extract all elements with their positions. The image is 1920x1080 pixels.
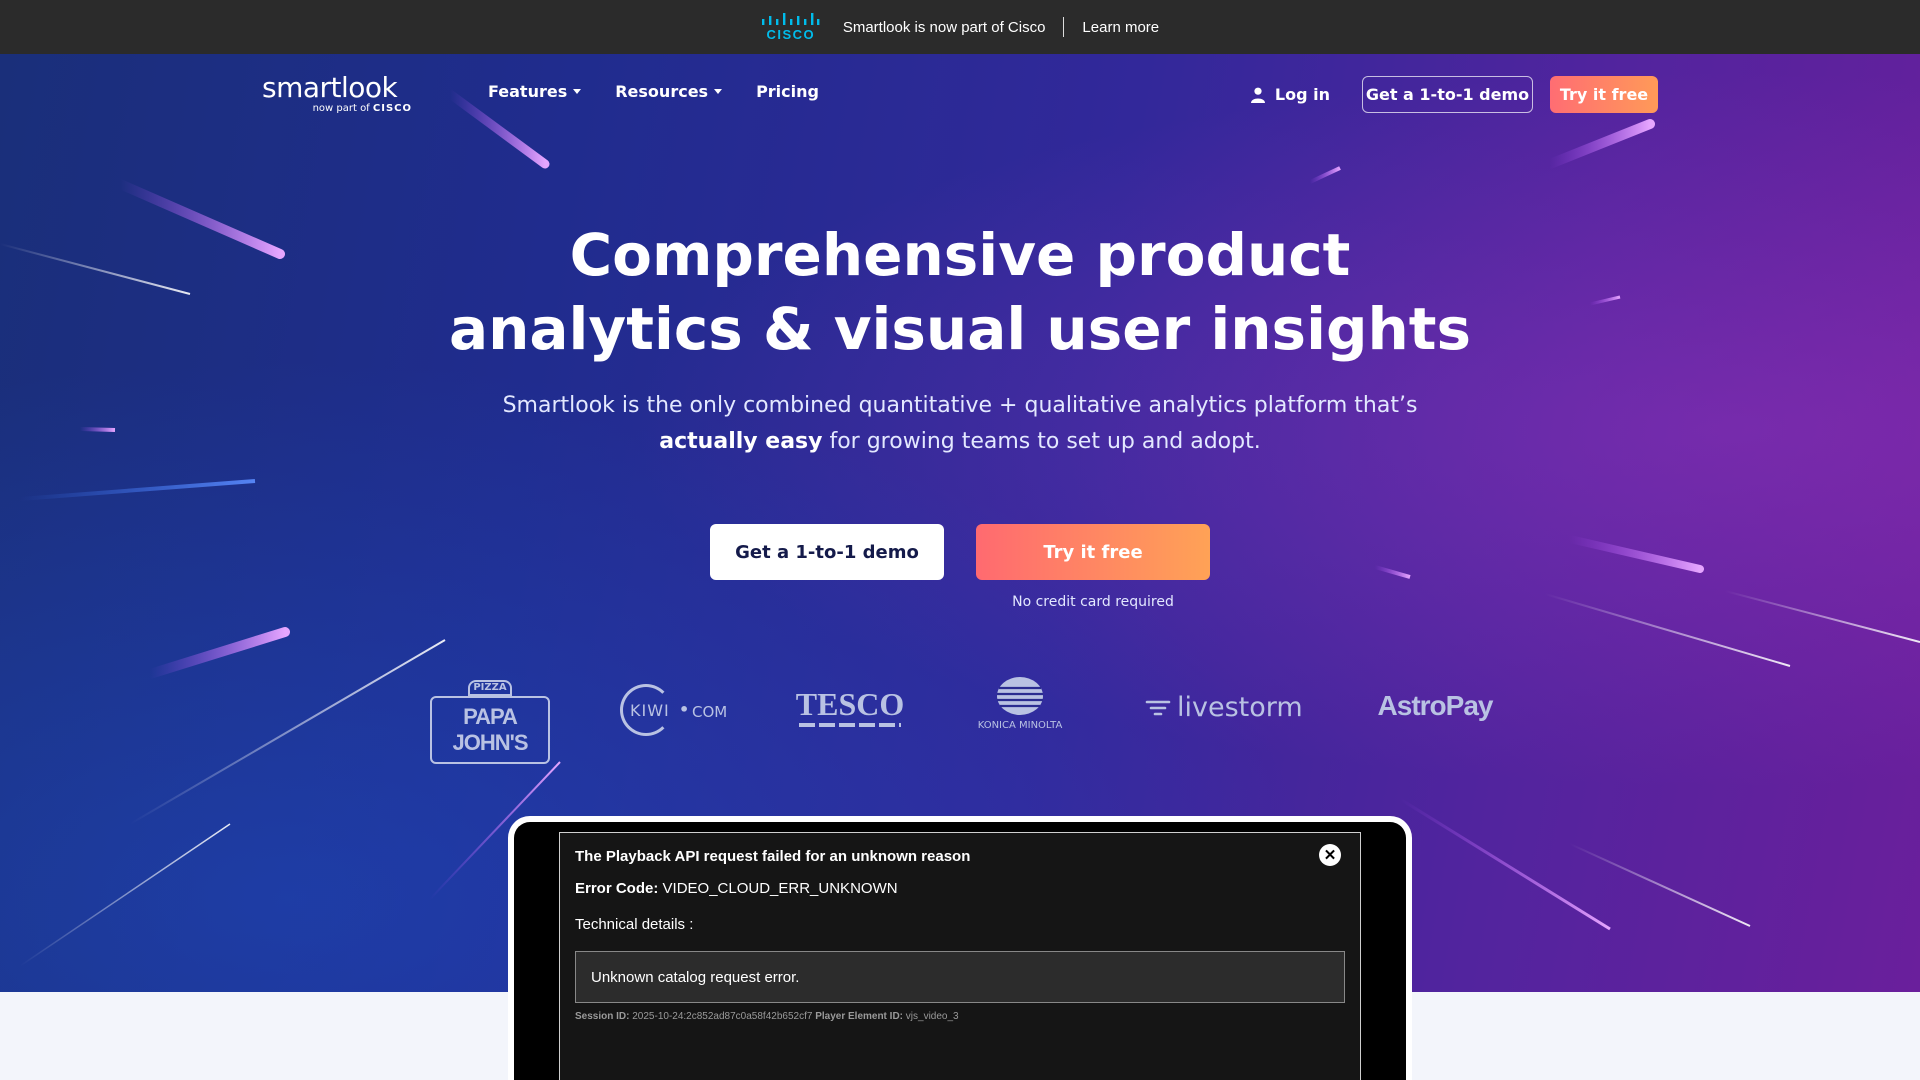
kiwi-left-text: KIWI [630, 701, 670, 720]
brand-name: smartlook [262, 71, 398, 104]
error-title: The Playback API request failed for an u… [575, 848, 971, 865]
subheading-emphasis: actually easy [659, 429, 823, 454]
close-icon[interactable]: ✕ [1319, 844, 1341, 866]
papa-johns-name: PAPA JOHN'S [430, 696, 550, 764]
headline-line-1: Comprehensive product [569, 221, 1351, 289]
nav-demo-button[interactable]: Get a 1-to-1 demo [1362, 76, 1533, 113]
divider [1063, 17, 1065, 37]
konica-name: KONICA MINOLTA [977, 720, 1063, 731]
no-credit-card-note: No credit card required [1012, 594, 1174, 610]
livestorm-filter-icon [1145, 700, 1171, 715]
nav-actions: Log in Get a 1-to-1 demo Try it free [1250, 76, 1658, 113]
main-nav: smartlook now part of CISCO Features Res… [0, 54, 1920, 134]
hero-demo-button[interactable]: Get a 1-to-1 demo [710, 524, 944, 580]
subheading-line-2: for growing teams to set up and adopt. [822, 429, 1261, 454]
nav-item-label: Features [488, 82, 568, 101]
login-label: Log in [1274, 85, 1330, 104]
brand-sub-prefix: now part of [312, 103, 370, 114]
headline-line-2: analytics & visual user insights [448, 295, 1472, 363]
login-link[interactable]: Log in [1250, 85, 1330, 104]
player-element-label: Player Element ID: [815, 1011, 903, 1022]
astropay-name: AstroPay [1377, 690, 1494, 721]
nav-item-features[interactable]: Features [488, 82, 582, 101]
session-id-label: Session ID: [575, 1011, 630, 1022]
nav-item-pricing[interactable]: Pricing [756, 82, 819, 101]
nav-item-resources[interactable]: Resources [615, 82, 723, 101]
subheading-line-1: Smartlook is the only combined quantitat… [502, 393, 1418, 418]
cisco-wordmark: CISCO [766, 27, 816, 42]
konica-globe-icon [997, 677, 1043, 715]
tesco-logo: TESCO [795, 688, 905, 727]
nav-try-free-button[interactable]: Try it free [1550, 76, 1658, 113]
nav-links: Features Resources Pricing [488, 82, 819, 101]
hero-cta-row: Get a 1-to-1 demo Try it free [710, 524, 1210, 580]
livestorm-logo: livestorm [1145, 692, 1315, 723]
kiwi-right-text: COM [692, 703, 728, 721]
video-error-dialog: The Playback API request failed for an u… [559, 832, 1361, 1080]
technical-details-label: Technical details : [575, 916, 694, 933]
announcement-bar: CISCO Smartlook is now part of Cisco Lea… [0, 0, 1920, 54]
papa-johns-top: PIZZA [468, 680, 512, 696]
caret-down-icon [714, 89, 723, 94]
user-icon [1250, 87, 1265, 103]
customer-logos: PIZZA PAPA JOHN'S KIWI • COM TESCO KONIC… [420, 676, 1500, 764]
nav-item-label: Resources [615, 82, 709, 101]
smartlook-logo[interactable]: smartlook now part of CISCO [262, 71, 412, 114]
error-code: Error Code: VIDEO_CLOUD_ERR_UNKNOWN [575, 880, 898, 897]
hero-headline: Comprehensive product analytics & visual… [360, 218, 1560, 366]
session-id-value: 2025-10-24:2c852ad87c0a58f42b652cf7 [632, 1011, 813, 1022]
tesco-name: TESCO [795, 686, 905, 722]
kiwi-dot: • [679, 700, 690, 719]
tesco-stripes [799, 723, 901, 727]
nav-item-label: Pricing [756, 82, 819, 101]
error-detail-box: Unknown catalog request error. [575, 951, 1345, 1003]
kiwi-logo: KIWI • COM [620, 684, 730, 738]
hero-subheading: Smartlook is the only combined quantitat… [440, 388, 1480, 460]
livestorm-name: livestorm [1177, 692, 1303, 723]
announcement-text: Smartlook is now part of Cisco [842, 18, 1046, 36]
konica-minolta-logo: KONICA MINOLTA [965, 676, 1075, 731]
cisco-logo: CISCO [761, 13, 821, 41]
error-meta: Session ID: 2025-10-24:2c852ad87c0a58f42… [575, 1011, 959, 1022]
error-code-label: Error Code: [575, 880, 659, 897]
cisco-bars-icon [761, 13, 820, 25]
caret-down-icon [573, 89, 582, 94]
papa-johns-logo: PIZZA PAPA JOHN'S [430, 680, 550, 764]
player-element-value: vjs_video_3 [905, 1011, 959, 1022]
error-code-value: VIDEO_CLOUD_ERR_UNKNOWN [662, 880, 898, 897]
astropay-logo: AstroPay [1370, 690, 1500, 722]
learn-more-link[interactable]: Learn more [1082, 19, 1159, 36]
hero-try-free-button[interactable]: Try it free [976, 524, 1210, 580]
brand-sub-cisco: CISCO [372, 103, 412, 114]
